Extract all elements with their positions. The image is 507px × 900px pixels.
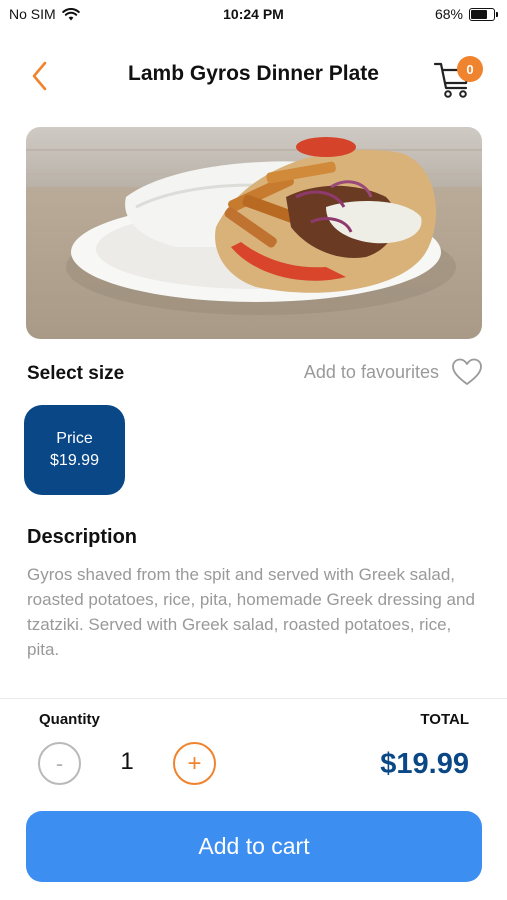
add-to-favourites-button[interactable]: Add to favourites [304, 357, 483, 387]
cart-count-badge: 0 [457, 56, 483, 82]
total-label: TOTAL [420, 711, 469, 728]
quantity-value: 1 [120, 748, 134, 775]
status-bar: No SIM 10:24 PM 68% [0, 0, 507, 30]
nav-header: Lamb Gyros Dinner Plate 0 [0, 44, 507, 108]
favourite-label: Add to favourites [303, 361, 439, 382]
add-to-cart-button[interactable]: Add to cart [26, 811, 482, 882]
description-text: Gyros shaved from the spit and served wi… [27, 565, 475, 659]
page-title: Lamb Gyros Dinner Plate [128, 62, 379, 85]
cart-button[interactable]: 0 [433, 54, 483, 102]
description-heading: Description [27, 526, 138, 548]
battery-level-fill [471, 9, 488, 19]
quantity-label: Quantity [39, 711, 100, 728]
battery-percent: 68% [434, 6, 463, 22]
battery-icon [469, 7, 498, 21]
product-image [26, 127, 482, 339]
size-option-label: Price [56, 430, 93, 447]
decrease-quantity-button[interactable]: - [38, 742, 81, 785]
total-price: $19.99 [380, 748, 469, 780]
heart-outline-icon [452, 358, 482, 385]
status-time: 10:24 PM [223, 6, 284, 22]
status-bar-right: 68% [434, 6, 498, 22]
chevron-left-icon [32, 61, 47, 91]
increase-quantity-button[interactable]: + [173, 742, 216, 785]
select-size-heading: Select size [27, 363, 125, 384]
gyro-plate-illustration [26, 127, 482, 339]
back-button[interactable] [22, 56, 58, 96]
divider [0, 698, 507, 699]
size-option-price[interactable]: Price $19.99 [24, 405, 125, 495]
size-option-price-value: $19.99 [50, 452, 99, 469]
